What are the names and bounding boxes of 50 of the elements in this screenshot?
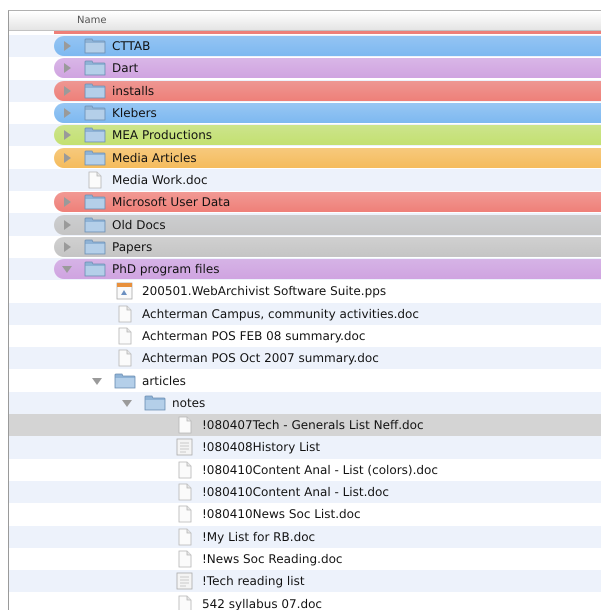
disclosure-triangle-icon[interactable] [62, 242, 72, 252]
file-name[interactable]: 200501.WebArchivist Software Suite.pps [142, 284, 386, 298]
disclosure-triangle-icon[interactable] [62, 264, 72, 274]
file-name[interactable]: Media Articles [112, 150, 197, 165]
disclosure-triangle-icon[interactable] [62, 63, 72, 74]
file-name[interactable]: Papers [112, 240, 152, 254]
folder-icon [84, 261, 106, 278]
folder-icon [84, 127, 106, 144]
file-name[interactable]: Old Docs [112, 218, 166, 232]
file-name[interactable]: Achterman POS FEB 08 summary.doc [142, 329, 366, 343]
file-name[interactable]: articles [142, 374, 186, 388]
folder-icon [84, 238, 106, 255]
disclosure-triangle-icon[interactable] [62, 41, 72, 52]
folder-icon [84, 150, 106, 166]
disclosure-triangle-icon[interactable] [62, 130, 72, 140]
disclosure-triangle-icon[interactable] [62, 152, 72, 163]
folder-icon [84, 38, 106, 54]
file-name[interactable]: !Tech reading list [202, 574, 305, 588]
disclosure-triangle-icon[interactable] [122, 398, 132, 408]
file-name[interactable]: notes [172, 396, 206, 410]
file-name[interactable]: MEA Productions [112, 128, 212, 142]
file-name[interactable]: !080410Content Anal - List.doc [202, 485, 389, 500]
folder-icon [84, 82, 106, 99]
file-name[interactable]: Klebers [112, 106, 157, 120]
disclosure-triangle-icon[interactable] [62, 108, 72, 118]
disclosure-triangle-icon[interactable] [92, 376, 102, 386]
file-name[interactable]: PhD program files [112, 262, 220, 276]
folder-icon [84, 105, 106, 122]
folder-icon [84, 216, 106, 233]
file-name[interactable]: !News Soc Reading.doc [202, 552, 343, 566]
file-name[interactable]: Dart [112, 61, 138, 76]
file-name[interactable]: !080408History List [202, 440, 320, 454]
folder-icon [84, 194, 106, 210]
file-name[interactable]: Microsoft User Data [112, 195, 230, 210]
file-name[interactable]: !080407Tech - Generals List Neff.doc [202, 418, 424, 432]
file-name[interactable]: !080410News Soc List.doc [202, 507, 361, 522]
file-name[interactable]: 542 syllabus 07.doc [202, 596, 322, 610]
disclosure-triangle-icon[interactable] [62, 86, 72, 96]
folder-icon [144, 394, 166, 411]
file-name[interactable]: CTTAB [112, 39, 150, 54]
folder-icon [84, 60, 106, 76]
selected-row[interactable]: !080407Tech - Generals List Neff.doc [9, 414, 601, 436]
file-name[interactable]: installs [112, 84, 154, 98]
column-header[interactable]: Name [9, 11, 601, 31]
disclosure-triangle-icon[interactable] [62, 197, 72, 208]
file-name[interactable]: !My List for RB.doc [202, 530, 316, 544]
folder-icon [114, 372, 136, 389]
disclosure-triangle-icon[interactable] [62, 220, 72, 230]
file-name[interactable]: Media Work.doc [112, 172, 208, 187]
file-name[interactable]: !080410Content Anal - List (colors).doc [202, 462, 438, 477]
